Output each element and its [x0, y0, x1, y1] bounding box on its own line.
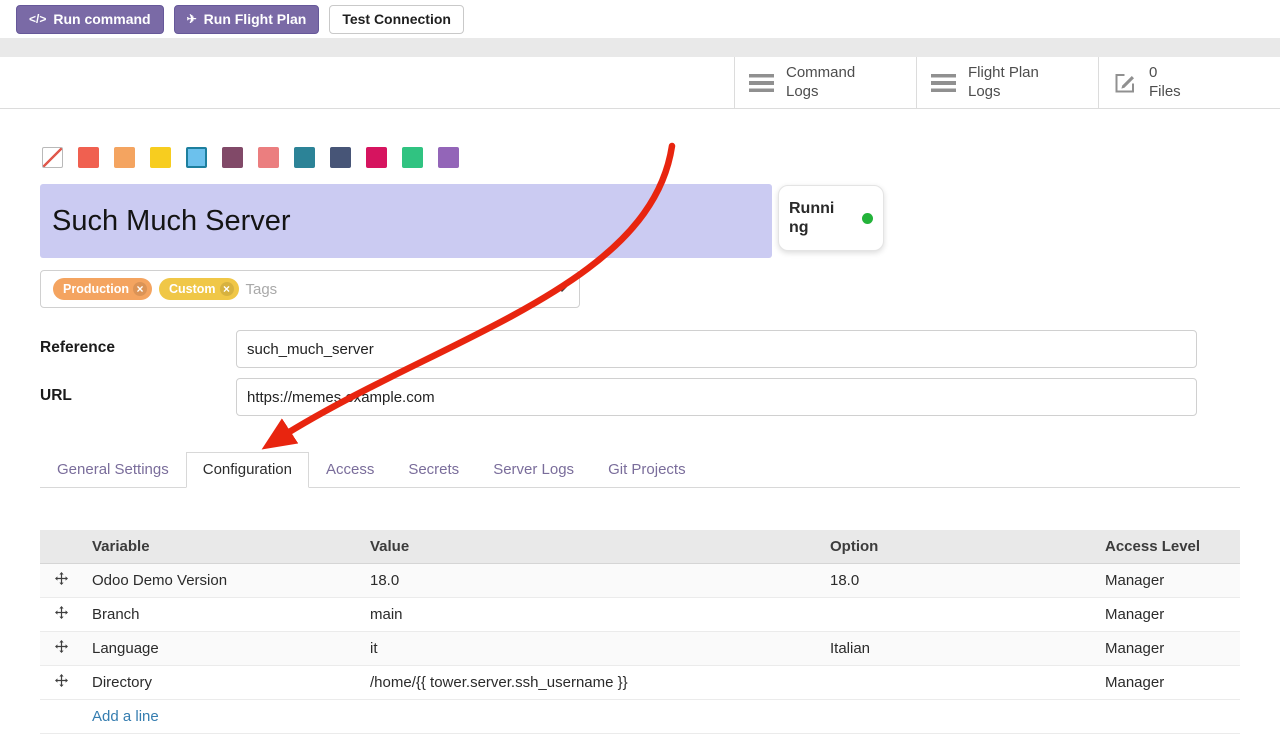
tag-list: Production × Custom ×: [53, 278, 239, 300]
tag-pill-custom[interactable]: Custom ×: [159, 278, 239, 300]
status-card: Running: [778, 185, 884, 251]
run-flight-plan-label: Run Flight Plan: [204, 11, 307, 27]
menu-icon: [749, 74, 774, 92]
code-icon: </>: [29, 12, 46, 26]
drag-handle-icon[interactable]: [40, 564, 82, 598]
test-connection-label: Test Connection: [342, 11, 451, 27]
empty-handle-cell: [40, 700, 82, 734]
status-label: Running: [789, 199, 841, 237]
column-header-value: Value: [360, 530, 820, 564]
command-logs-label: Command Logs: [786, 64, 855, 102]
chevron-down-icon[interactable]: [557, 287, 567, 292]
cell-value[interactable]: 18.0: [360, 564, 820, 598]
separator-band: [0, 38, 1280, 57]
run-command-label: Run command: [53, 11, 150, 27]
cell-access-level[interactable]: Manager: [1095, 564, 1240, 598]
reference-label: Reference: [40, 330, 236, 368]
color-swatch-no-color[interactable]: [42, 147, 63, 168]
tags-field[interactable]: Production × Custom × Tags: [40, 270, 580, 308]
cell-variable[interactable]: Branch: [82, 598, 360, 632]
tab-secrets[interactable]: Secrets: [391, 452, 476, 488]
table-row[interactable]: Directory /home/{{ tower.server.ssh_user…: [40, 666, 1240, 700]
cell-variable[interactable]: Directory: [82, 666, 360, 700]
cell-access-level[interactable]: Manager: [1095, 598, 1240, 632]
cell-variable[interactable]: Odoo Demo Version: [82, 564, 360, 598]
reference-input[interactable]: [236, 330, 1197, 368]
color-swatch-orange[interactable]: [114, 147, 135, 168]
color-swatch-row: [40, 147, 1240, 168]
form-sheet: Such Much Server Running Production×Cust…: [0, 147, 1280, 734]
command-logs-button[interactable]: Command Logs: [734, 57, 916, 108]
add-line-row: Add a line: [40, 700, 1240, 734]
cell-value[interactable]: it: [360, 632, 820, 666]
cell-option[interactable]: 18.0: [820, 564, 1095, 598]
color-swatch-red[interactable]: [78, 147, 99, 168]
tag-pill-production[interactable]: Production ×: [53, 278, 152, 300]
reference-row: Reference: [40, 330, 1197, 368]
color-swatch-medium-blue[interactable]: [294, 147, 315, 168]
tags-placeholder: Tags: [246, 281, 278, 298]
table-row[interactable]: Branch main Manager: [40, 598, 1240, 632]
server-name-field[interactable]: Such Much Server: [40, 184, 772, 258]
column-header-option: Option: [820, 530, 1095, 564]
color-swatch-light-blue[interactable]: [186, 147, 207, 168]
menu-icon: [931, 74, 956, 92]
url-input[interactable]: [236, 378, 1197, 416]
cell-access-level[interactable]: Manager: [1095, 666, 1240, 700]
url-row: URL: [40, 378, 1197, 416]
column-header-variable: Variable: [82, 530, 360, 564]
add-a-line-link[interactable]: Add a line: [92, 708, 159, 725]
tab-server-logs[interactable]: Server Logs: [476, 452, 591, 488]
tag-remove-icon[interactable]: ×: [220, 282, 234, 296]
color-swatch-dark-blue[interactable]: [330, 147, 351, 168]
color-swatch-yellow[interactable]: [150, 147, 171, 168]
page: </> Run command ✈ Run Flight Plan Test C…: [0, 0, 1280, 742]
table-row[interactable]: Language it Italian Manager: [40, 632, 1240, 666]
drag-handle-icon[interactable]: [40, 598, 82, 632]
files-button[interactable]: 0 Files: [1098, 57, 1280, 108]
name-row: Such Much Server Running: [40, 184, 1240, 258]
status-dot-icon: [862, 213, 873, 224]
color-swatch-salmon-pink[interactable]: [258, 147, 279, 168]
tag-label: Production: [63, 282, 129, 296]
drag-handle-icon[interactable]: [40, 632, 82, 666]
color-swatch-green[interactable]: [402, 147, 423, 168]
run-flight-plan-button[interactable]: ✈ Run Flight Plan: [174, 5, 320, 34]
handle-column-header: [40, 530, 82, 564]
cell-option[interactable]: Italian: [820, 632, 1095, 666]
table-row[interactable]: Odoo Demo Version 18.0 18.0 Manager: [40, 564, 1240, 598]
tab-general-settings[interactable]: General Settings: [40, 452, 186, 488]
notebook-tabs: General Settings Configuration Access Se…: [40, 452, 1240, 488]
cell-variable[interactable]: Language: [82, 632, 360, 666]
flight-plan-logs-label: Flight Plan Logs: [968, 64, 1039, 102]
run-command-button[interactable]: </> Run command: [16, 5, 164, 34]
cell-access-level[interactable]: Manager: [1095, 632, 1240, 666]
tab-access[interactable]: Access: [309, 452, 391, 488]
color-swatch-fuchsia[interactable]: [366, 147, 387, 168]
cell-value[interactable]: main: [360, 598, 820, 632]
column-header-access-level: Access Level: [1095, 530, 1240, 564]
cell-option[interactable]: [820, 666, 1095, 700]
tag-label: Custom: [169, 282, 216, 296]
variables-table: Variable Value Option Access Level Odoo …: [40, 530, 1240, 734]
top-toolbar: </> Run command ✈ Run Flight Plan Test C…: [0, 0, 1280, 38]
color-swatch-purple[interactable]: [438, 147, 459, 168]
tag-remove-icon[interactable]: ×: [133, 282, 147, 296]
stat-button-row: Command Logs Flight Plan Logs 0 Files: [0, 57, 1280, 109]
drag-handle-icon[interactable]: [40, 666, 82, 700]
color-swatch-dark-purple[interactable]: [222, 147, 243, 168]
files-count-label: 0 Files: [1149, 64, 1181, 102]
table-header-row: Variable Value Option Access Level: [40, 530, 1240, 564]
cell-option[interactable]: [820, 598, 1095, 632]
edit-pencil-icon: [1113, 71, 1137, 95]
url-label: URL: [40, 378, 236, 416]
flight-plan-logs-button[interactable]: Flight Plan Logs: [916, 57, 1098, 108]
tab-configuration[interactable]: Configuration: [186, 452, 309, 488]
test-connection-button[interactable]: Test Connection: [329, 5, 464, 34]
cell-value[interactable]: /home/{{ tower.server.ssh_username }}: [360, 666, 820, 700]
field-group: Reference URL: [40, 330, 1197, 416]
plane-icon: ✈: [187, 12, 197, 26]
tab-git-projects[interactable]: Git Projects: [591, 452, 703, 488]
